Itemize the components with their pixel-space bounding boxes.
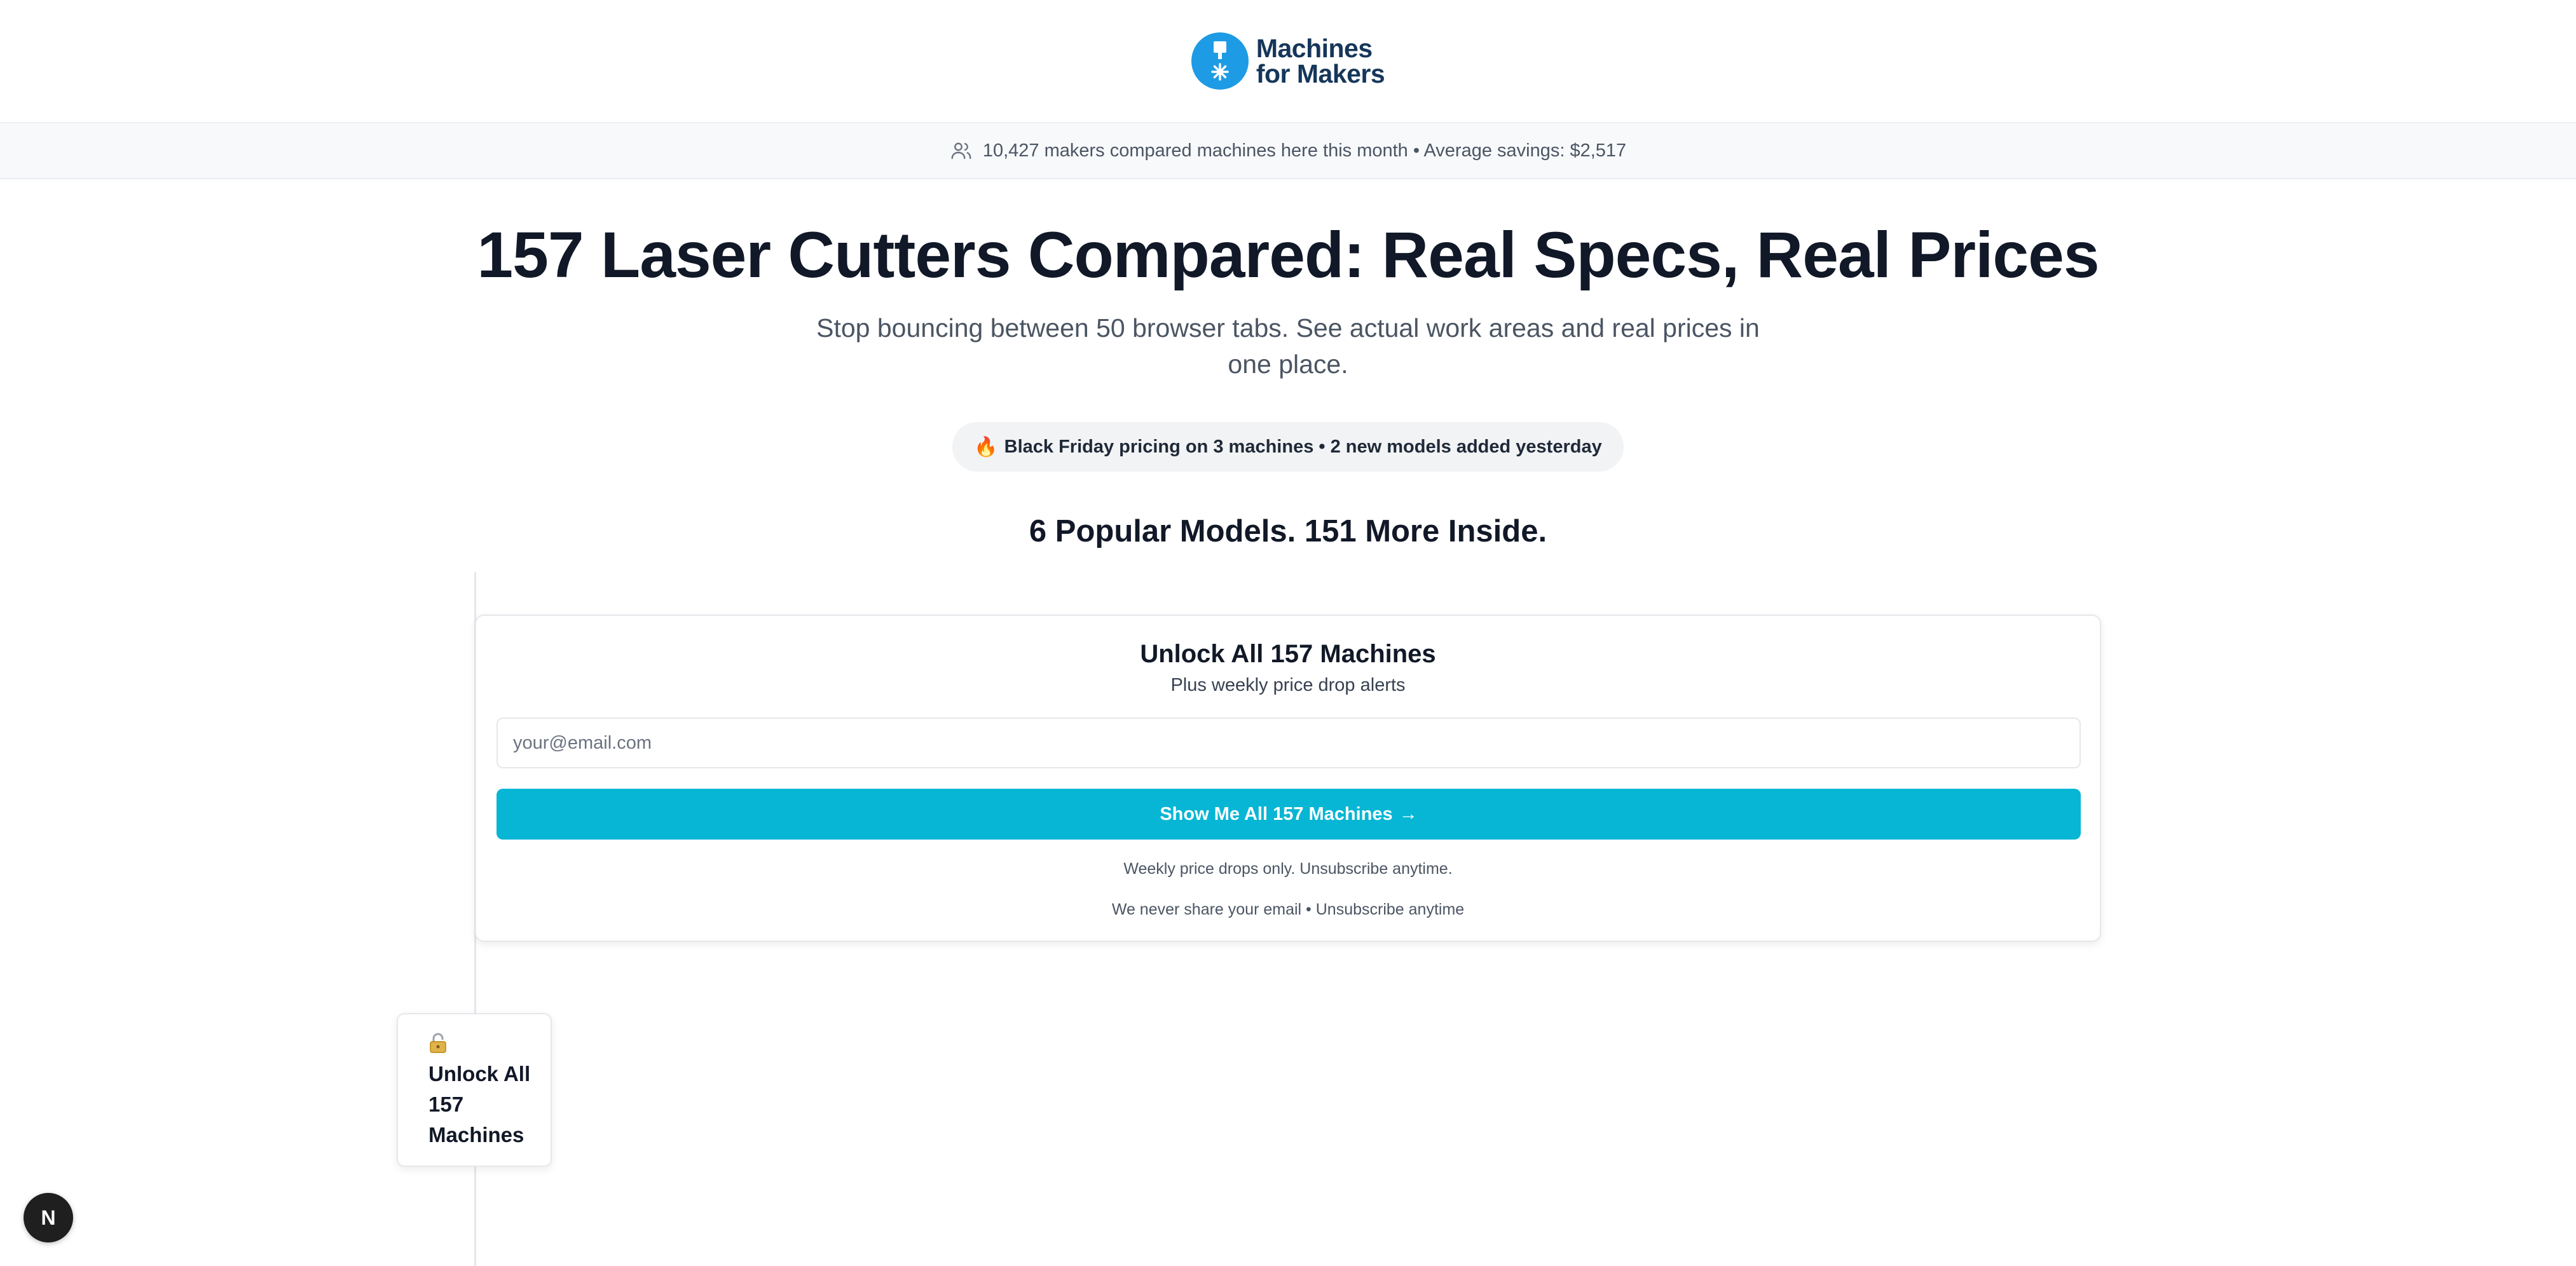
email-input[interactable] [497, 718, 2081, 768]
signup-card: Unlock All 157 Machines Plus weekly pric… [475, 615, 2101, 942]
site-header: Machines for Makers [0, 0, 2576, 122]
brand-name-line1: Machines [1256, 34, 1373, 63]
show-all-machines-button[interactable]: Show Me All 157 Machines → [497, 789, 2081, 840]
flame-icon: 🔥 [974, 436, 998, 458]
nextjs-icon[interactable]: N [24, 1193, 73, 1242]
signup-title: Unlock All 157 Machines [1140, 640, 1436, 668]
arrow-right-icon: → [1399, 803, 1418, 824]
floating-unlock-card[interactable]: Unlock All 157 Machines [397, 1013, 552, 1167]
promo-badge: 🔥 Black Friday pricing on 3 machines • 2… [952, 422, 1624, 472]
fine-print-primary: Weekly price drops only. Unsubscribe any… [1123, 860, 1453, 878]
users-icon [951, 142, 971, 160]
brand-name-line2: for Makers [1256, 59, 1385, 88]
floating-unlock-label: Unlock All 157 Machines [428, 1062, 531, 1147]
cta-label: Show Me All 157 Machines [1160, 803, 1393, 824]
dev-badge-letter: N [41, 1206, 56, 1229]
page-title: 157 Laser Cutters Compared: Real Specs, … [477, 219, 2099, 291]
brand-logo[interactable]: Machines for Makers [1191, 32, 1385, 90]
section-title: 6 Popular Models. 151 More Inside. [1029, 514, 1547, 548]
lock-icon [430, 1033, 446, 1053]
fine-print-secondary: We never share your email • Unsubscribe … [1111, 901, 1465, 918]
promo-text: Black Friday pricing on 3 machines • 2 n… [1004, 436, 1602, 457]
social-proof-bar: 10,427 makers compared machines here thi… [0, 122, 2576, 179]
laser-logo-icon [1191, 32, 1249, 90]
social-proof-text: 10,427 makers compared machines here thi… [982, 140, 1627, 161]
signup-subtitle: Plus weekly price drop alerts [1170, 675, 1406, 695]
page-subtitle: Stop bouncing between 50 browser tabs. S… [816, 313, 1760, 379]
brand-name: Machines for Makers [1256, 34, 1385, 88]
